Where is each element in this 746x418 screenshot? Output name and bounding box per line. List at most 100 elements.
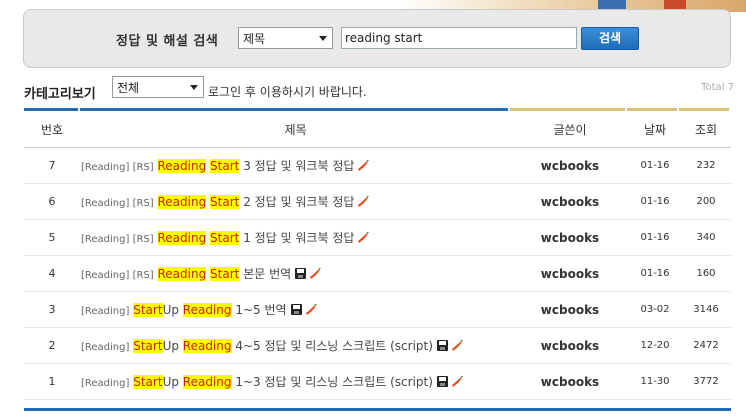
post-writer[interactable]: wcbooks [511,195,629,209]
post-number: 1 [48,375,56,388]
search-highlight: Reading [157,195,207,209]
pepper-icon [358,232,370,243]
post-writer[interactable]: wcbooks [511,375,629,389]
pepper-icon [310,268,322,279]
category-label: 카테고리보기 [24,87,96,102]
post-writer[interactable]: wcbooks [511,303,629,317]
chevron-down-icon [190,85,198,90]
post-date: 01-16 [640,232,670,243]
title-text: 1~5 번역 [231,303,287,317]
floppy-disk-icon [290,304,302,315]
post-date: 01-16 [640,268,670,279]
board-table: 번호 제목 글쓴이 날짜 조회 7 [Reading] [RS] Reading … [24,108,731,411]
post-title-link[interactable]: [Reading] [RS] Reading Start 3 정답 및 워크북 … [80,157,511,174]
post-title-link[interactable]: [Reading] [RS] Reading Start 2 정답 및 워크북 … [80,193,511,210]
post-writer[interactable]: wcbooks [511,339,629,353]
search-highlight: Start [133,303,163,317]
post-category-tag: [Reading] [81,342,130,353]
title-text [154,267,158,281]
search-button[interactable]: 검색 [581,27,639,50]
table-bottom-border [24,408,731,411]
pepper-icon [358,196,370,207]
pepper-icon [305,304,317,315]
post-category-tag: [Reading] [81,378,130,389]
search-highlight: Start [133,339,163,353]
floppy-disk-icon [436,340,448,351]
post-category-tag: [Reading] [RS] [81,270,154,281]
post-title-link[interactable]: [Reading] StartUp Reading 1~3 정답 및 리스닝 스… [80,373,511,390]
floppy-disk-icon [436,376,448,387]
post-date: 11-30 [640,376,670,387]
header-writer: 글쓴이 [553,122,587,137]
table-row: 7 [Reading] [RS] Reading Start 3 정답 및 워크북… [24,148,731,184]
search-input[interactable] [341,27,577,49]
post-category-tag: [Reading] [RS] [81,234,154,245]
post-category-tag: [Reading] [RS] [81,162,154,173]
title-text: 본문 번역 [239,267,292,281]
table-row: 3 [Reading] StartUp Reading 1~5 번역 wcbooks… [24,292,731,328]
search-highlight: Start [210,231,240,245]
table-row: 6 [Reading] [RS] Reading Start 2 정답 및 워크북… [24,184,731,220]
search-highlight: Start [133,375,163,389]
post-views: 232 [696,160,716,171]
header-title: 제목 [284,122,307,137]
post-date: 12-20 [640,340,670,351]
post-views: 2472 [693,340,719,351]
table-row: 1 [Reading] StartUp Reading 1~3 정답 및 리스닝 … [24,364,731,400]
category-selected: 전체 [117,81,140,95]
post-views: 3772 [693,376,719,387]
post-title-link[interactable]: [Reading] StartUp Reading 1~5 번역 [80,301,511,318]
search-field-selected: 제목 [243,32,266,46]
table-row: 2 [Reading] StartUp Reading 4~5 정답 및 리스닝 … [24,328,731,364]
search-field-select[interactable]: 제목 [238,27,333,49]
post-date: 01-16 [640,160,670,171]
category-select[interactable]: 전체 [112,76,204,98]
title-text: 4~5 정답 및 리스닝 스크립트 (script) [231,339,433,353]
post-number: 7 [48,159,56,172]
post-date: 03-02 [640,304,670,315]
table-row: 4 [Reading] [RS] Reading Start 본문 번역 wcboo… [24,256,731,292]
header-date: 날짜 [643,122,667,137]
floppy-disk-icon [295,268,307,279]
search-label: 정답 및 해설 검색 [116,34,219,49]
post-views: 200 [696,196,716,207]
title-text [154,159,158,173]
header-num: 번호 [40,122,64,137]
title-text: 3 정답 및 워크북 정답 [239,159,355,173]
search-highlight: Reading [157,159,207,173]
table-header: 번호 제목 글쓴이 날짜 조회 [24,111,731,148]
post-writer[interactable]: wcbooks [511,267,629,281]
post-title-link[interactable]: [Reading] [RS] Reading Start 본문 번역 [80,265,511,282]
post-views: 340 [696,232,716,243]
title-text: Up [162,375,183,389]
post-writer[interactable]: wcbooks [511,231,629,245]
post-title-link[interactable]: [Reading] StartUp Reading 4~5 정답 및 리스닝 스… [80,337,511,354]
title-text: 1 정답 및 워크북 정답 [239,231,355,245]
pepper-icon [451,340,463,351]
pepper-icon [451,376,463,387]
post-number: 4 [48,267,56,280]
total-count: Total 7 [701,82,734,93]
post-writer[interactable]: wcbooks [511,159,629,173]
post-number: 3 [48,303,56,316]
header-views: 조회 [694,122,718,137]
search-highlight: Start [210,195,240,209]
login-notice: 로그인 후 이용하시기 바랍니다. [208,85,367,99]
title-text: 2 정답 및 워크북 정답 [239,195,355,209]
title-text: 1~3 정답 및 리스닝 스크립트 (script) [231,375,433,389]
post-views: 160 [696,268,716,279]
post-number: 5 [48,231,56,244]
post-category-tag: [Reading] [81,306,130,317]
search-highlight: Reading [182,375,232,389]
table-body: 7 [Reading] [RS] Reading Start 3 정답 및 워크북… [24,148,731,400]
post-category-tag: [Reading] [RS] [81,198,154,209]
search-panel: 정답 및 해설 검색 제목 검색 [23,9,731,68]
post-title-link[interactable]: [Reading] [RS] Reading Start 1 정답 및 워크북 … [80,229,511,246]
search-highlight: Reading [157,231,207,245]
post-views: 3146 [693,304,719,315]
search-highlight: Reading [182,303,232,317]
title-text [154,195,158,209]
search-highlight: Start [210,159,240,173]
title-text [154,231,158,245]
title-text: Up [162,339,183,353]
